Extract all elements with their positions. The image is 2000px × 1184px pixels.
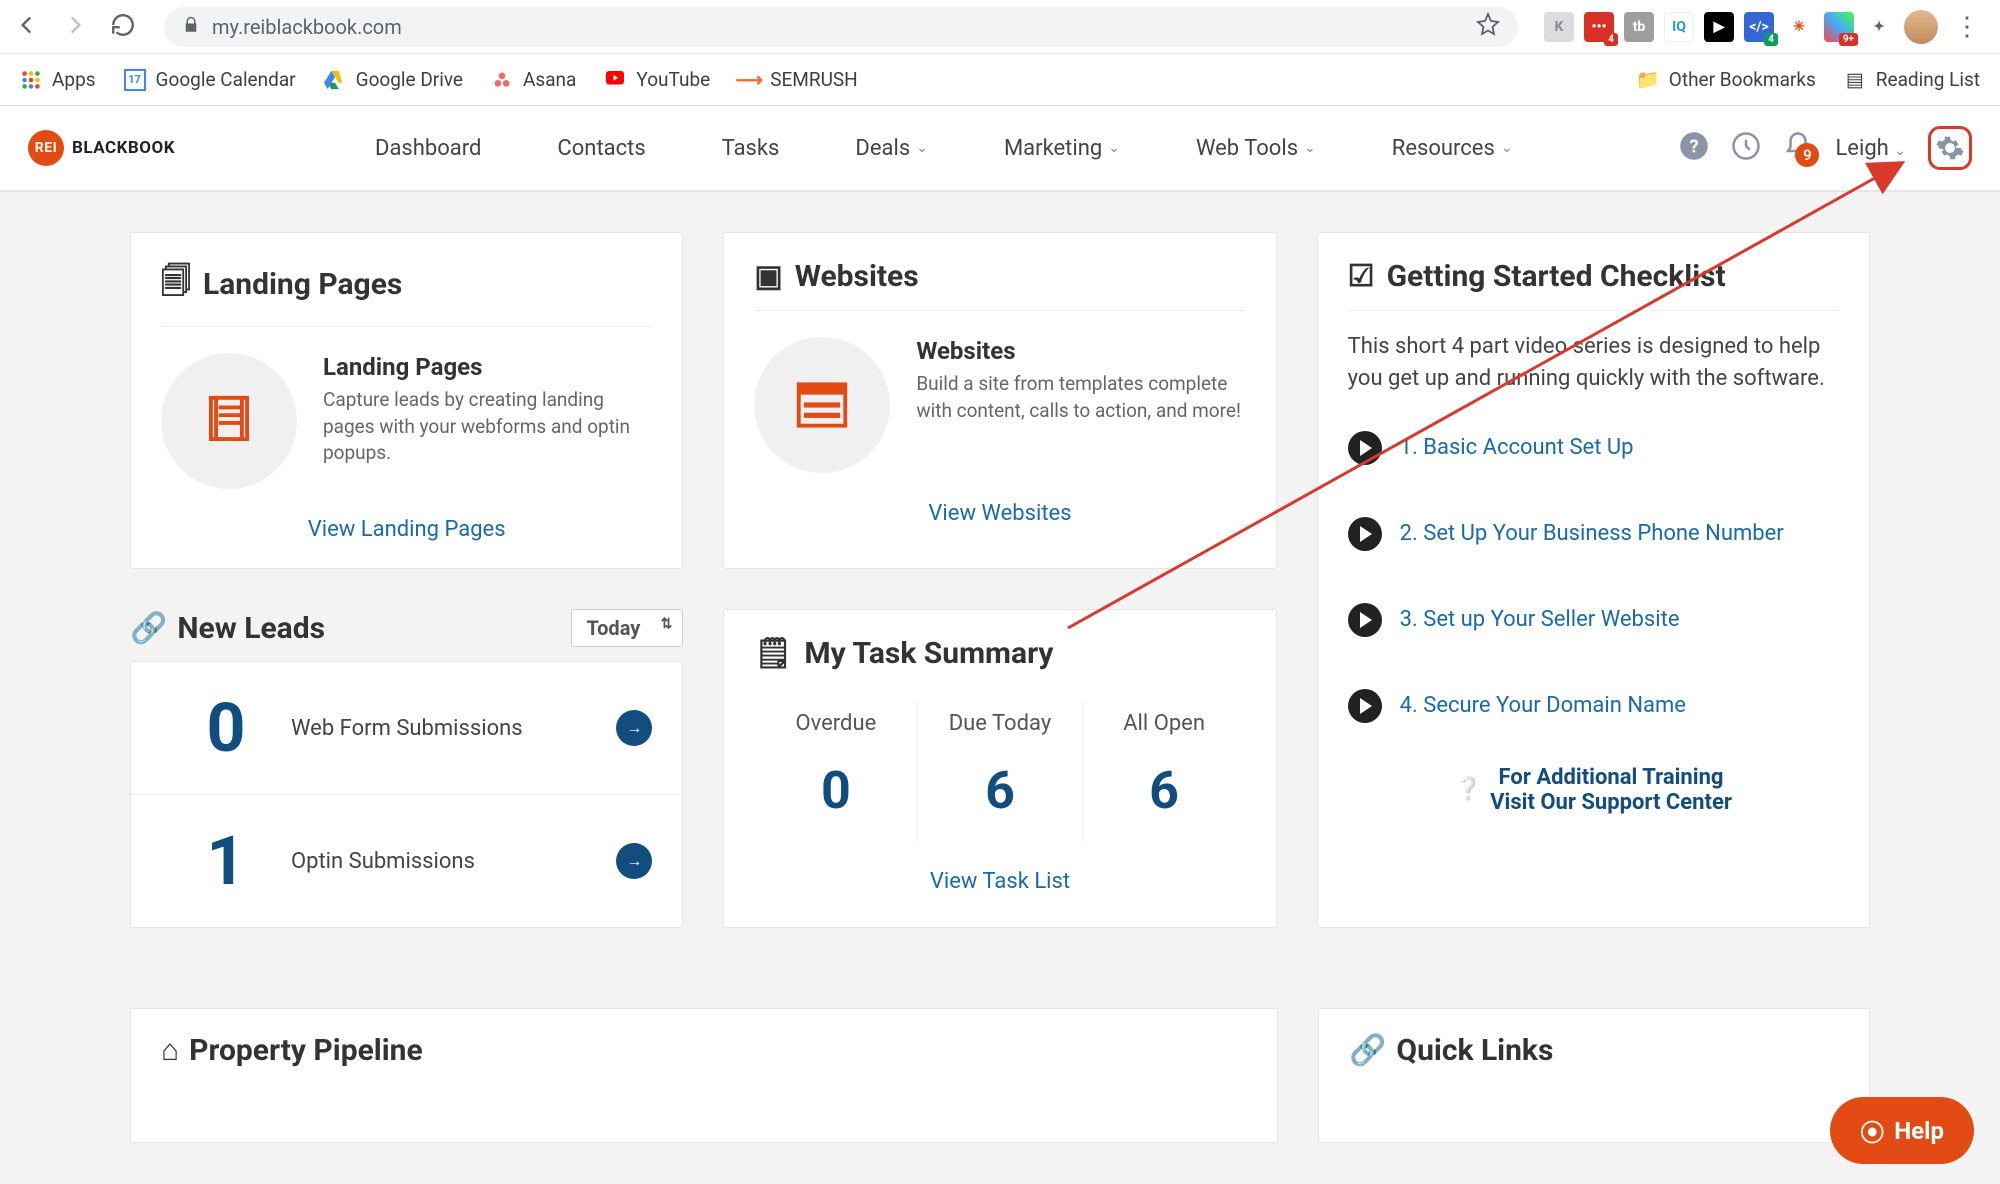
- profile-avatar[interactable]: [1904, 10, 1938, 44]
- lead-arrow-button[interactable]: →: [616, 710, 652, 746]
- lead-arrow-button[interactable]: →: [616, 843, 652, 879]
- chevron-down-icon: ⌄: [1108, 140, 1120, 156]
- task-all-open[interactable]: All Open6: [1082, 701, 1246, 841]
- chevron-down-icon: ⌄: [1304, 140, 1316, 156]
- forward-button[interactable]: [62, 12, 88, 42]
- lead-row-optin: 1 Optin Submissions →: [131, 795, 682, 927]
- help-icon[interactable]: ?: [1679, 131, 1709, 165]
- nav-deals[interactable]: Deals⌄: [855, 136, 928, 161]
- chevron-down-icon: ⌄: [1501, 140, 1513, 156]
- nav-marketing[interactable]: Marketing⌄: [1004, 136, 1120, 161]
- notifications-button[interactable]: 9: [1783, 131, 1813, 165]
- task-due-today[interactable]: Due Today6: [917, 701, 1081, 841]
- checklist-item-1[interactable]: 1. Basic Account Set Up: [1348, 405, 1839, 491]
- nav-webtools[interactable]: Web Tools⌄: [1196, 136, 1316, 161]
- property-pipeline-card: ⌂Property Pipeline: [130, 1008, 1278, 1143]
- chrome-menu[interactable]: ⋮: [1948, 12, 1986, 42]
- play-icon: [1348, 603, 1382, 637]
- list-icon: ▤: [1844, 69, 1866, 91]
- ext-tb-icon[interactable]: tb: [1624, 12, 1654, 42]
- reading-list[interactable]: ▤Reading List: [1844, 68, 1980, 91]
- asana-icon: [491, 69, 513, 91]
- clipboard-icon: 🗒: [754, 636, 792, 671]
- extensions-row: K •••4 tb IQ ▶ </>4 ✳ 9+ ✦ ⋮: [1544, 10, 1986, 44]
- svg-text:?: ?: [1690, 135, 1699, 157]
- apps-shortcut[interactable]: Apps: [20, 68, 96, 91]
- ext-code-icon[interactable]: </>4: [1744, 12, 1774, 42]
- settings-gear-button[interactable]: [1928, 126, 1972, 170]
- bookmark-asana[interactable]: Asana: [491, 68, 576, 91]
- address-bar[interactable]: my.reiblackbook.com: [164, 7, 1518, 47]
- link-icon: 🔗: [1349, 1033, 1386, 1068]
- user-menu[interactable]: Leigh ⌄: [1835, 136, 1906, 161]
- view-websites-link[interactable]: View Websites: [754, 473, 1245, 526]
- ext-burst-icon[interactable]: ✳: [1784, 12, 1814, 42]
- app-navbar: REI BLACKBOOK Dashboard Contacts Tasks D…: [0, 106, 2000, 192]
- checklist-item-2[interactable]: 2. Set Up Your Business Phone Number: [1348, 491, 1839, 577]
- folder-icon: 📁: [1637, 69, 1659, 91]
- view-landing-pages-link[interactable]: View Landing Pages: [161, 489, 652, 542]
- checklist-item-3[interactable]: 3. Set up Your Seller Website: [1348, 577, 1839, 663]
- bookmark-gcal[interactable]: 17Google Calendar: [124, 68, 296, 91]
- link-icon: 🔗: [130, 611, 167, 646]
- nav-contacts[interactable]: Contacts: [557, 136, 645, 161]
- leads-filter-select[interactable]: Today: [571, 609, 683, 647]
- task-summary-card: 🗒My Task Summary Overdue0 Due Today6 All…: [723, 609, 1276, 928]
- logo-badge: REI: [28, 130, 64, 166]
- url-text: my.reiblackbook.com: [212, 15, 402, 39]
- star-icon[interactable]: [1476, 12, 1500, 41]
- dashboard-content: 🗐Landing Pages Landing Pages Capture lea…: [0, 192, 2000, 968]
- browser-toolbar: my.reiblackbook.com K •••4 tb IQ ▶ </>4 …: [0, 0, 2000, 54]
- nav-tasks[interactable]: Tasks: [722, 136, 780, 161]
- home-icon: ⌂: [161, 1033, 179, 1068]
- reload-button[interactable]: [110, 12, 136, 42]
- website-illustration: [754, 337, 890, 473]
- ext-black-icon[interactable]: ▶: [1704, 12, 1734, 42]
- checklist-card: ☑Getting Started Checklist This short 4 …: [1317, 232, 1870, 928]
- app-logo[interactable]: REI BLACKBOOK: [28, 130, 175, 166]
- window-icon: ▣: [754, 259, 782, 294]
- notification-count: 9: [1795, 143, 1819, 167]
- page-icon: 🗐: [161, 259, 191, 310]
- youtube-icon: [604, 69, 626, 91]
- training-link[interactable]: ❔ For Additional TrainingVisit Our Suppo…: [1348, 749, 1839, 831]
- check-icon: ☑: [1348, 259, 1375, 294]
- question-icon: ❔: [1455, 777, 1482, 802]
- ext-k-icon[interactable]: K: [1544, 12, 1574, 42]
- other-bookmarks[interactable]: 📁Other Bookmarks: [1637, 68, 1816, 91]
- bookmarks-bar: Apps 17Google Calendar Google Drive Asan…: [0, 54, 2000, 106]
- clock-icon[interactable]: [1731, 131, 1761, 165]
- back-button[interactable]: [14, 12, 40, 42]
- semrush-icon: ⟶: [738, 69, 760, 91]
- apps-icon: [20, 69, 42, 91]
- bookmark-gdrive[interactable]: Google Drive: [324, 68, 463, 91]
- ext-iq-icon[interactable]: IQ: [1664, 12, 1694, 42]
- lock-icon: [182, 15, 200, 39]
- task-overdue[interactable]: Overdue0: [754, 701, 917, 841]
- lead-row-webform: 0 Web Form Submissions →: [131, 662, 682, 795]
- help-widget-button[interactable]: ⦿ Help: [1830, 1097, 1974, 1164]
- new-leads-section: 🔗 New Leads Today 0 Web Form Submissions…: [130, 609, 683, 928]
- play-icon: [1348, 517, 1382, 551]
- chevron-down-icon: ⌄: [916, 140, 928, 156]
- websites-card: ▣Websites Websites Build a site from tem…: [723, 232, 1276, 569]
- landing-pages-card: 🗐Landing Pages Landing Pages Capture lea…: [130, 232, 683, 569]
- nav-dashboard[interactable]: Dashboard: [375, 136, 481, 161]
- calendar-icon: 17: [124, 69, 146, 91]
- landing-illustration: [161, 353, 297, 489]
- quick-links-card: 🔗Quick Links: [1318, 1008, 1870, 1143]
- bottom-row: ⌂Property Pipeline 🔗Quick Links: [0, 968, 2000, 1143]
- nav-resources[interactable]: Resources⌄: [1392, 136, 1513, 161]
- ext-red-icon[interactable]: •••4: [1584, 12, 1614, 42]
- ext-color-icon[interactable]: 9+: [1824, 12, 1854, 42]
- drive-icon: [324, 69, 346, 91]
- checklist-item-4[interactable]: 4. Secure Your Domain Name: [1348, 663, 1839, 749]
- bookmark-youtube[interactable]: YouTube: [604, 68, 710, 91]
- ext-puzzle-icon[interactable]: ✦: [1864, 12, 1894, 42]
- view-task-list-link[interactable]: View Task List: [754, 841, 1245, 894]
- play-icon: [1348, 431, 1382, 465]
- play-icon: [1348, 689, 1382, 723]
- help-question-icon: ⦿: [1860, 1113, 1884, 1148]
- bookmark-semrush[interactable]: ⟶SEMRUSH: [738, 68, 858, 91]
